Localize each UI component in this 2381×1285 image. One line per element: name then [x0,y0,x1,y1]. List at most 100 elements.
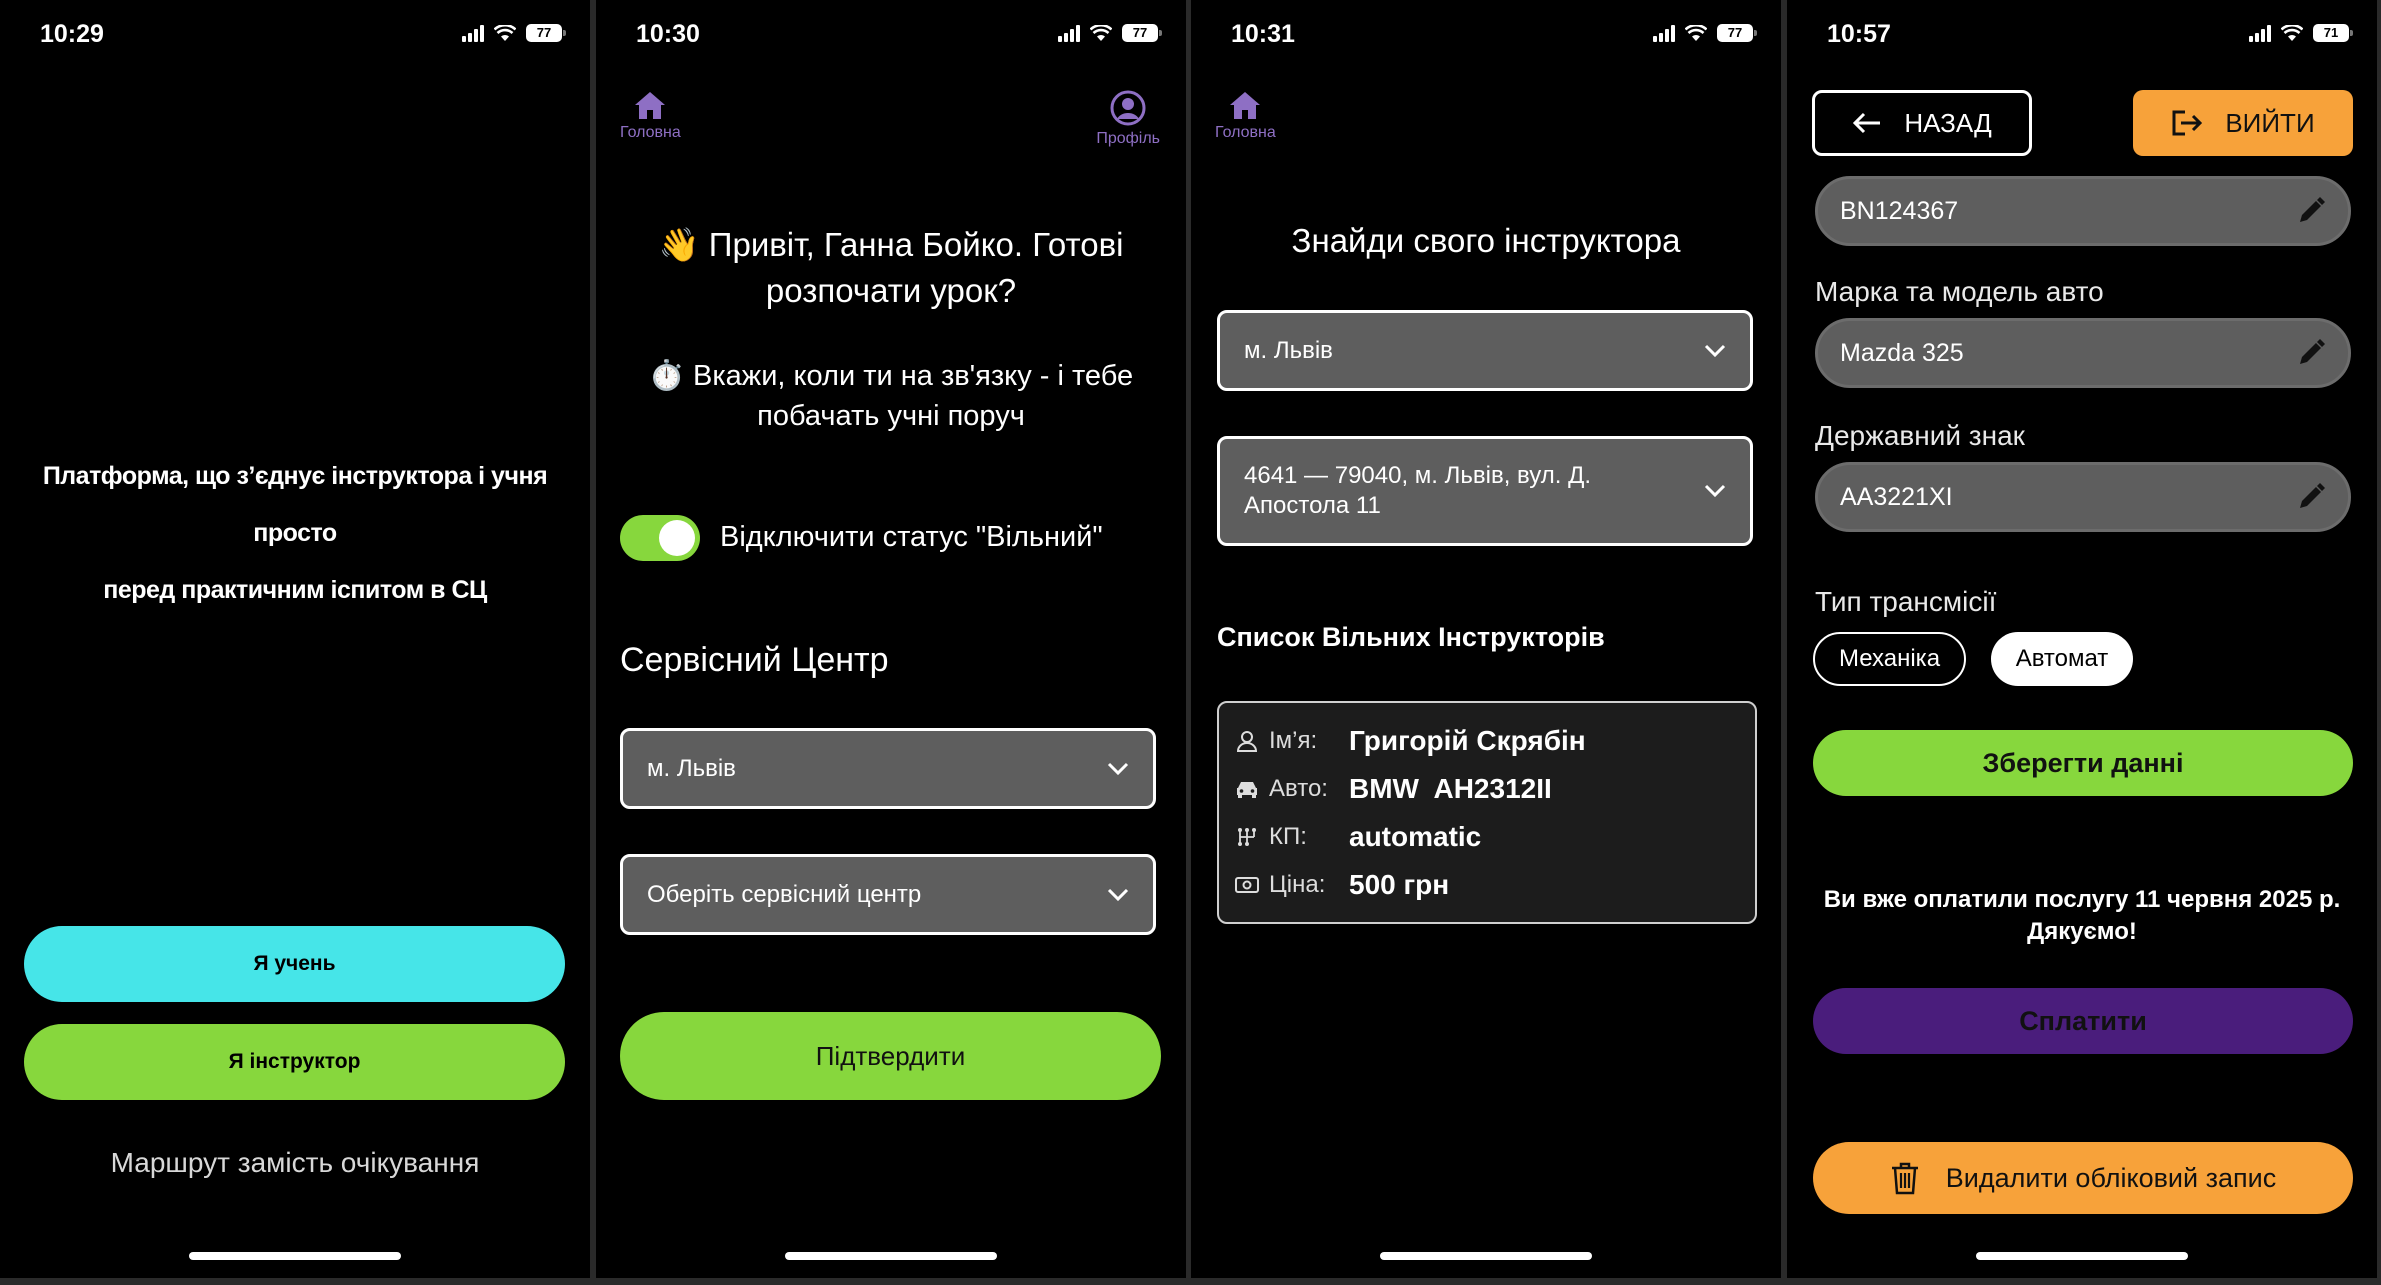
chevron-down-icon [1704,484,1726,498]
card-price-label: Ціна: [1269,871,1326,898]
tagline-line: Платформа, що з’єднує інструктора і учня… [42,462,548,547]
wifi-icon [1090,24,1112,41]
chevron-down-icon [1704,344,1726,357]
gearbox-icon [1238,828,1256,846]
city-select[interactable]: м. Львів [620,728,1156,809]
home-icon [635,92,666,119]
car-icon [1237,782,1257,798]
hint-line: побачать учні поруч [757,400,1025,432]
city-select-value: м. Львів [647,754,736,782]
status-icons: 77 [1653,24,1757,42]
confirm-button[interactable]: Підтвердити [620,1012,1161,1100]
service-center-select-value: Оберіть сервісний центр [647,880,922,908]
service-center-select[interactable]: 4641 — 79040, м. Львів, вул. Д. Апостола… [1217,436,1753,546]
plate-value: AA3221XI [1840,482,1953,511]
signal-icon [2249,24,2271,42]
nav-home[interactable]: Головна [620,90,681,142]
status-icons: 71 [2249,24,2353,42]
plate-field[interactable]: AA3221XI [1815,462,2351,532]
service-center-value: 4641 — 79040, м. Львів, вул. Д. Апостола… [1244,461,1591,521]
status-toggle[interactable] [620,515,700,561]
nav-profile-label: Профіль [1096,130,1160,147]
card-name-value: Григорій Скрябін [1349,725,1586,756]
license-field[interactable]: BN124367 [1815,176,2351,246]
screen-welcome: 10:29 77 Платформа, що з’єднує інструкто… [0,0,590,1278]
logout-icon [2172,110,2203,136]
toggle-label: Відключити статус "Вільний" [720,521,1103,553]
card-price-value: 500 грн [1349,869,1450,900]
plate-label: Державний знак [1815,420,2025,451]
profile-icon [1110,90,1146,126]
card-row-gearbox: КП: automatic [1235,821,1481,853]
tagline-line: перед практичним іспитом в СЦ [103,576,487,604]
screen-instructor-home: 10:30 77 Головна Профіль 👋 Привіт, Ганна… [596,0,1186,1278]
back-button-label: НАЗАД [1904,107,1992,138]
payment-status-line: Ви вже оплатили послугу 11 червня 2025 р… [1823,886,2341,913]
tagline: Платформа, що з’єднує інструктора і учня… [0,448,590,619]
city-select-value: м. Львів [1244,336,1333,364]
manual-option[interactable]: Механіка [1813,632,1966,686]
city-select[interactable]: м. Львів [1217,310,1753,391]
wifi-icon [2281,24,2303,41]
battery-icon: 71 [2313,24,2353,42]
payment-status: Ви вже оплатили послугу 11 червня 2025 р… [1787,884,2377,948]
pencil-icon[interactable] [2296,482,2326,512]
toggle-knob [659,520,695,556]
auto-option[interactable]: Автомат [1991,632,2133,686]
chevron-down-icon [1107,888,1129,901]
status-time: 10:30 [636,20,700,48]
home-indicator[interactable] [785,1252,997,1260]
card-row-car: Авто: BMW AH2312II [1235,773,1552,805]
screen-find-instructor: 10:31 77 Головна Знайди свого інструктор… [1191,0,1781,1278]
logout-button-label: ВИЙТИ [2225,107,2315,138]
card-gearbox-label: КП: [1269,823,1307,850]
battery-icon: 77 [1122,24,1162,42]
card-gearbox-value: automatic [1349,821,1482,852]
home-indicator[interactable] [1380,1252,1592,1260]
card-car-value: BMW AH2312II [1349,773,1552,804]
home-icon [1230,92,1261,119]
signal-icon [1058,24,1080,42]
delete-account-label: Видалити обліковий запис [1945,1162,2277,1193]
transmission-label: Тип трансмісії [1815,586,1997,617]
pay-button[interactable]: Сплатити [1813,988,2353,1054]
card-row-name: Ім’я: Григорій Скрябін [1235,725,1586,757]
home-indicator[interactable] [1976,1252,2188,1260]
logout-button[interactable]: ВИЙТИ [2133,90,2353,156]
nav-home-label: Головна [1215,124,1276,141]
nav-profile[interactable]: Профіль [1096,90,1160,148]
arrow-left-icon [1853,112,1881,134]
status-time: 10:29 [40,20,104,48]
card-row-price: Ціна: 500 грн [1235,869,1449,901]
battery-icon: 77 [1717,24,1757,42]
nav-home-label: Головна [620,124,681,141]
card-name-label: Ім’я: [1269,727,1318,754]
hint-line: ⏱️ Вкажи, коли ти на зв'язку - і тебе [648,360,1134,392]
home-indicator[interactable] [189,1252,401,1260]
nav-home[interactable]: Головна [1215,90,1276,142]
back-button[interactable]: НАЗАД [1812,90,2032,156]
chevron-down-icon [1107,762,1129,775]
slogan: Маршрут замість очікування [110,1147,480,1178]
pencil-icon[interactable] [2296,196,2326,226]
pencil-icon[interactable] [2296,338,2326,368]
instructor-card[interactable]: Ім’я: Григорій Скрябін Авто: BMW AH2312I… [1217,701,1757,924]
greeting-line: розпочати урок? [765,272,1017,309]
instructor-button[interactable]: Я інструктор [24,1024,565,1100]
license-value: BN124367 [1840,196,1959,225]
wifi-icon [494,24,516,41]
money-icon [1235,877,1259,893]
car-field[interactable]: Mazda 325 [1815,318,2351,388]
trash-icon [1891,1162,1918,1195]
status-icons: 77 [462,24,566,42]
section-title: Сервісний Центр [620,641,889,679]
service-center-line: 4641 — 79040, м. Львів, вул. Д. [1244,462,1592,489]
user-icon [1236,731,1258,752]
student-button[interactable]: Я учень [24,926,565,1002]
delete-account-button[interactable]: Видалити обліковий запис [1813,1142,2353,1214]
save-button[interactable]: Зберегти данні [1813,730,2353,796]
status-time: 10:57 [1827,20,1891,48]
list-title: Список Вільних Інструкторів [1217,622,1605,652]
service-center-select[interactable]: Оберіть сервісний центр [620,854,1156,935]
battery-icon: 77 [526,24,566,42]
